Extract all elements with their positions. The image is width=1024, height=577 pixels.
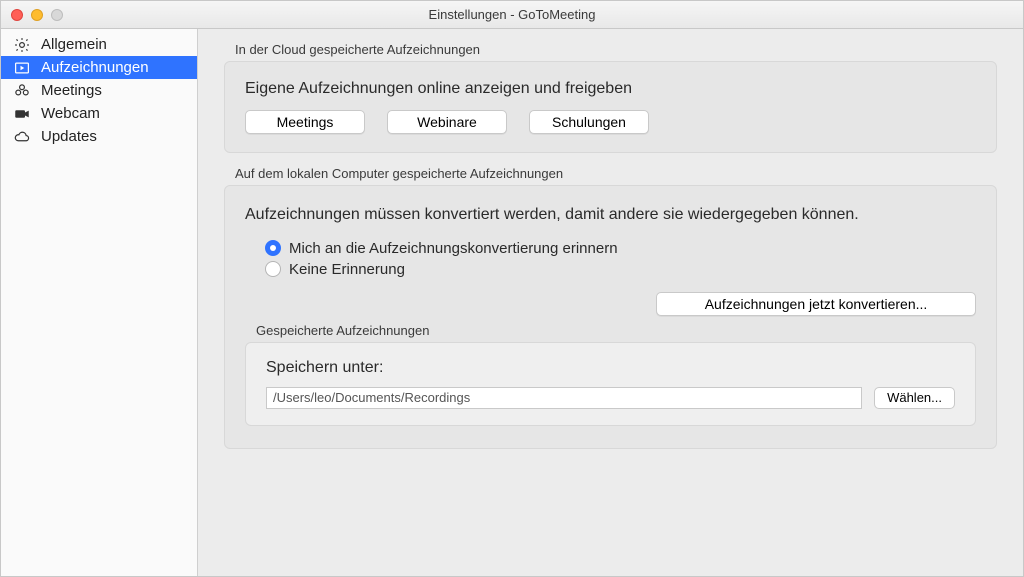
save-row: Wählen... bbox=[266, 387, 955, 409]
cloud-icon bbox=[13, 128, 31, 146]
radio-remind[interactable]: Mich an die Aufzeichnungskonvertierung e… bbox=[265, 240, 976, 257]
sidebar-item-label: Allgemein bbox=[41, 36, 107, 53]
sidebar-item-webcam[interactable]: Webcam bbox=[1, 102, 197, 125]
saved-recordings-label: Gespeicherte Aufzeichnungen bbox=[256, 323, 429, 338]
save-path-input[interactable] bbox=[266, 387, 862, 409]
radio-indicator bbox=[265, 261, 281, 277]
sidebar-item-recordings[interactable]: Aufzeichnungen bbox=[1, 56, 197, 79]
close-button[interactable] bbox=[11, 9, 23, 21]
gear-icon bbox=[13, 36, 31, 54]
trainings-button[interactable]: Schulungen bbox=[529, 110, 649, 134]
local-recordings-label: Auf dem lokalen Computer gespeicherte Au… bbox=[235, 166, 563, 181]
minimize-button[interactable] bbox=[31, 9, 43, 21]
reminder-radios: Mich an die Aufzeichnungskonvertierung e… bbox=[245, 240, 976, 278]
convert-now-button[interactable]: Aufzeichnungen jetzt konvertieren... bbox=[656, 292, 976, 316]
traffic-lights bbox=[1, 9, 63, 21]
convert-now-row: Aufzeichnungen jetzt konvertieren... bbox=[245, 292, 976, 316]
local-recordings-group: Auf dem lokalen Computer gespeicherte Au… bbox=[224, 185, 997, 449]
radio-indicator bbox=[265, 240, 281, 256]
sidebar: Allgemein Aufzeichnungen Meetings Webcam bbox=[1, 29, 198, 576]
cloud-buttons-row: Meetings Webinare Schulungen bbox=[245, 110, 976, 134]
save-as-label: Speichern unter: bbox=[266, 359, 955, 377]
choose-button[interactable]: Wählen... bbox=[874, 387, 955, 409]
sidebar-item-label: Aufzeichnungen bbox=[41, 59, 149, 76]
sidebar-item-meetings[interactable]: Meetings bbox=[1, 79, 197, 102]
sidebar-item-general[interactable]: Allgemein bbox=[1, 33, 197, 56]
cloud-recordings-label: In der Cloud gespeicherte Aufzeichnungen bbox=[235, 42, 480, 57]
cloud-recordings-heading: Eigene Aufzeichnungen online anzeigen un… bbox=[245, 80, 976, 98]
webinars-button[interactable]: Webinare bbox=[387, 110, 507, 134]
zoom-button[interactable] bbox=[51, 9, 63, 21]
sidebar-item-updates[interactable]: Updates bbox=[1, 125, 197, 148]
convert-explainer: Aufzeichnungen müssen konvertiert werden… bbox=[245, 204, 976, 226]
content-pane: In der Cloud gespeicherte Aufzeichnungen… bbox=[198, 29, 1023, 576]
window-body: Allgemein Aufzeichnungen Meetings Webcam bbox=[1, 29, 1023, 576]
saved-recordings-subgroup: Gespeicherte Aufzeichnungen Speichern un… bbox=[245, 342, 976, 426]
radio-remind-label: Mich an die Aufzeichnungskonvertierung e… bbox=[289, 240, 618, 257]
record-icon bbox=[13, 59, 31, 77]
camera-icon bbox=[13, 105, 31, 123]
sidebar-item-label: Webcam bbox=[41, 105, 100, 122]
radio-no-remind-label: Keine Erinnerung bbox=[289, 261, 405, 278]
sidebar-item-label: Meetings bbox=[41, 82, 102, 99]
titlebar: Einstellungen - GoToMeeting bbox=[1, 1, 1023, 29]
radio-no-remind[interactable]: Keine Erinnerung bbox=[265, 261, 976, 278]
flower-icon bbox=[13, 82, 31, 100]
meetings-button[interactable]: Meetings bbox=[245, 110, 365, 134]
window-title: Einstellungen - GoToMeeting bbox=[1, 7, 1023, 22]
sidebar-item-label: Updates bbox=[41, 128, 97, 145]
preferences-window: Einstellungen - GoToMeeting Allgemein Au… bbox=[0, 0, 1024, 577]
cloud-recordings-group: In der Cloud gespeicherte Aufzeichnungen… bbox=[224, 61, 997, 153]
